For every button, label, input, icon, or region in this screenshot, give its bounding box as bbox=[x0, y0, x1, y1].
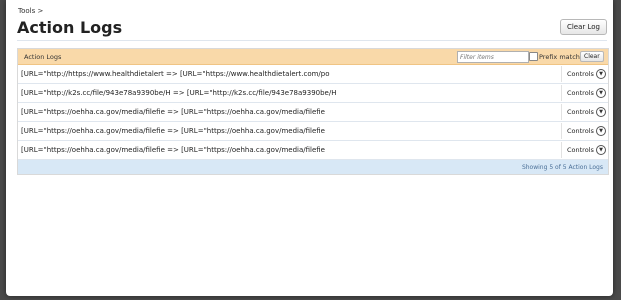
filter-clear-button[interactable]: Clear bbox=[580, 51, 604, 62]
clear-log-button[interactable]: Clear Log bbox=[559, 19, 607, 35]
list-item[interactable]: [URL="https://oehha.ca.gov/media/filefie… bbox=[18, 122, 608, 141]
chevron-down-icon[interactable]: ▼ bbox=[596, 126, 606, 136]
log-entry-text[interactable]: [URL="https://oehha.ca.gov/media/filefie… bbox=[21, 146, 325, 154]
controls-label[interactable]: Controls bbox=[567, 108, 594, 116]
controls-label[interactable]: Controls bbox=[567, 146, 594, 154]
controls-label[interactable]: Controls bbox=[567, 70, 594, 78]
log-entry-text[interactable]: [URL="http://https://www.healthdietalert… bbox=[21, 70, 330, 78]
chevron-down-icon[interactable]: ▼ bbox=[596, 69, 606, 79]
controls-menu[interactable]: Controls ▼ bbox=[561, 142, 607, 158]
controls-menu[interactable]: Controls ▼ bbox=[561, 123, 607, 139]
controls-label[interactable]: Controls bbox=[567, 127, 594, 135]
prefix-match-checkbox[interactable] bbox=[529, 52, 538, 61]
log-entry-text[interactable]: [URL="https://oehha.ca.gov/media/filefie… bbox=[21, 127, 325, 135]
controls-menu[interactable]: Controls ▼ bbox=[561, 66, 607, 82]
breadcrumb[interactable]: Tools > bbox=[18, 7, 43, 15]
chevron-down-icon[interactable]: ▼ bbox=[596, 88, 606, 98]
list-count-text: Showing 5 of 5 Action Logs bbox=[521, 164, 603, 171]
log-entry-text[interactable]: [URL="http://k2s.cc/file/943e78a9390be/H… bbox=[21, 89, 337, 97]
list-header: Action Logs Prefix match Clear bbox=[18, 49, 608, 65]
list-footer: Showing 5 of 5 Action Logs bbox=[18, 160, 608, 174]
log-entry-text[interactable]: [URL="https://oehha.ca.gov/media/filefie… bbox=[21, 108, 325, 116]
controls-menu[interactable]: Controls ▼ bbox=[561, 104, 607, 120]
page-title: Action Logs bbox=[17, 18, 123, 37]
controls-label[interactable]: Controls bbox=[567, 89, 594, 97]
chevron-down-icon[interactable]: ▼ bbox=[596, 107, 606, 117]
title-divider bbox=[17, 40, 607, 41]
chevron-down-icon[interactable]: ▼ bbox=[596, 145, 606, 155]
list-item[interactable]: [URL="http://k2s.cc/file/943e78a9390be/H… bbox=[18, 84, 608, 103]
admin-window: Tools > Action Logs Clear Log Action Log… bbox=[6, 0, 613, 296]
filter-input[interactable] bbox=[457, 51, 529, 63]
list-item[interactable]: [URL="https://oehha.ca.gov/media/filefie… bbox=[18, 141, 608, 160]
action-logs-list: Action Logs Prefix match Clear [URL="htt… bbox=[17, 48, 609, 175]
list-header-title: Action Logs bbox=[24, 53, 62, 61]
controls-menu[interactable]: Controls ▼ bbox=[561, 85, 607, 101]
prefix-match-label[interactable]: Prefix match bbox=[539, 53, 580, 61]
list-item[interactable]: [URL="https://oehha.ca.gov/media/filefie… bbox=[18, 103, 608, 122]
list-item[interactable]: [URL="http://https://www.healthdietalert… bbox=[18, 65, 608, 84]
